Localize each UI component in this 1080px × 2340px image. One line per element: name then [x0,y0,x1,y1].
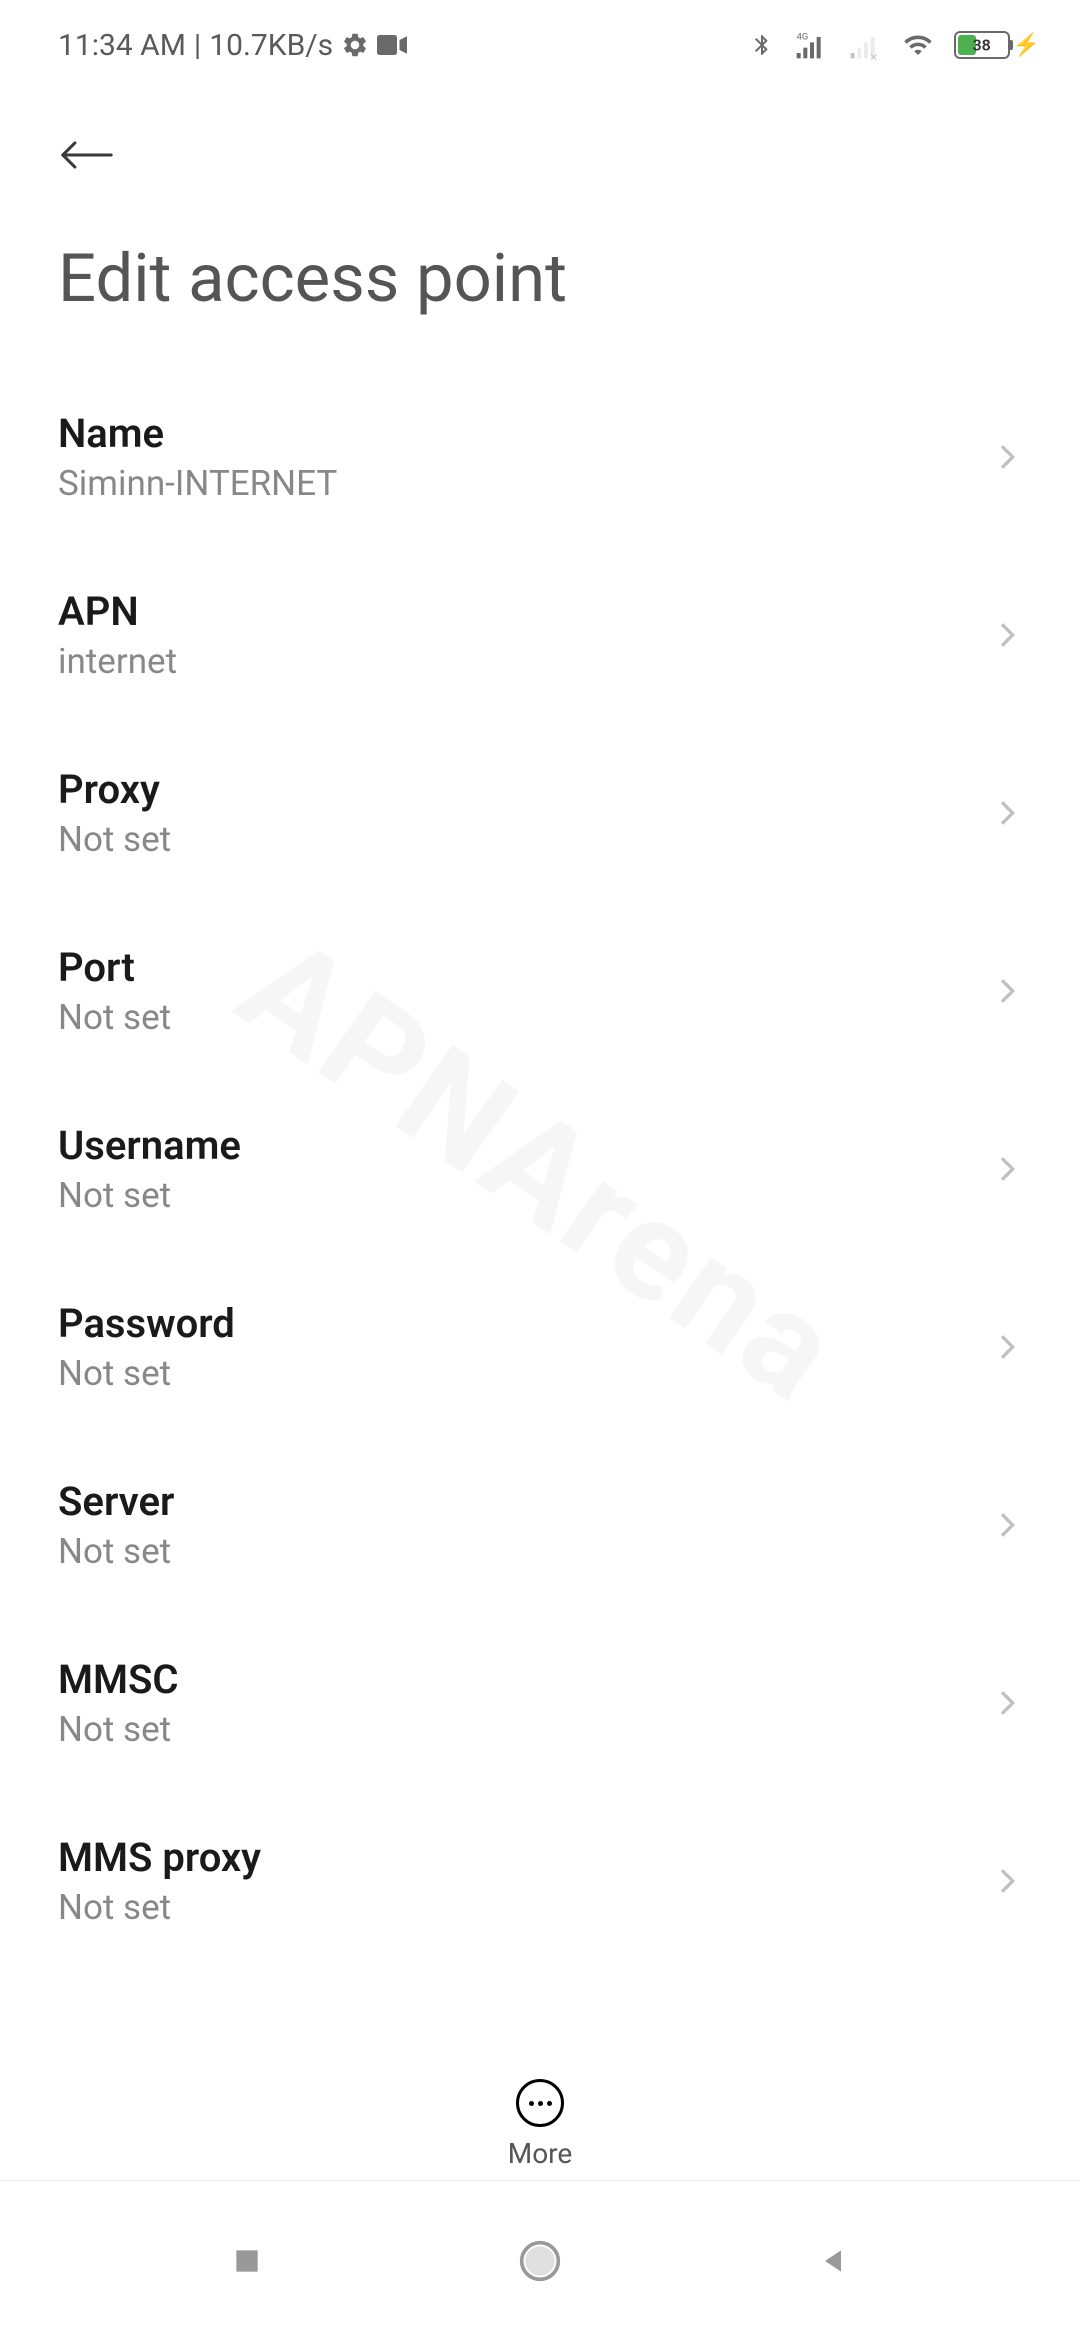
nav-recent-button[interactable] [223,2237,271,2285]
setting-label: Server [58,1478,990,1525]
chevron-right-icon [990,1153,1022,1185]
status-right: 4G ✕ [750,28,1040,62]
charging-icon: ⚡ [1013,33,1040,58]
setting-item-server[interactable]: Server Not set [58,1436,1022,1614]
setting-label: APN [58,588,990,635]
setting-value: internet [58,641,990,682]
setting-label: MMS proxy [58,1834,990,1881]
setting-value: Not set [58,819,990,860]
bluetooth-icon [750,28,774,62]
nav-bar [0,2180,1080,2340]
status-time: 11:34 AM [58,28,186,63]
nav-home-button[interactable] [516,2237,564,2285]
setting-item-apn[interactable]: APN internet [58,546,1022,724]
setting-item-mmsc[interactable]: MMSC Not set [58,1614,1022,1792]
more-label: More [508,2137,573,2170]
bottom-bar: More [0,2069,1080,2180]
setting-value: Not set [58,1175,990,1216]
gear-icon [341,31,369,59]
status-bar: 11:34 AM | 10.7KB/s [0,0,1080,90]
svg-text:✕: ✕ [869,51,878,61]
chevron-right-icon [990,1331,1022,1363]
setting-value: Siminn-INTERNET [58,463,990,504]
video-icon [377,34,407,56]
chevron-right-icon [990,1687,1022,1719]
setting-item-password[interactable]: Password Not set [58,1258,1022,1436]
setting-label: Password [58,1300,990,1347]
svg-text:4G: 4G [796,32,808,43]
setting-label: Proxy [58,766,990,813]
setting-item-username[interactable]: Username Not set [58,1080,1022,1258]
setting-item-name[interactable]: Name Siminn-INTERNET [58,368,1022,546]
chevron-right-icon [990,1865,1022,1897]
header: Edit access point [0,90,1080,318]
wifi-icon [900,30,936,60]
back-button[interactable] [58,120,128,190]
setting-value: Not set [58,997,990,1038]
chevron-right-icon [990,441,1022,473]
status-left: 11:34 AM | 10.7KB/s [58,28,407,63]
settings-list: Name Siminn-INTERNET APN internet Proxy … [0,368,1080,1970]
setting-item-port[interactable]: Port Not set [58,902,1022,1080]
battery-indicator: 38 ⚡ [954,31,1040,59]
page-title: Edit access point [58,240,1022,318]
chevron-right-icon [990,1509,1022,1541]
more-icon [516,2079,564,2127]
setting-item-proxy[interactable]: Proxy Not set [58,724,1022,902]
setting-item-mms-proxy[interactable]: MMS proxy Not set [58,1792,1022,1970]
signal-no-service-icon: ✕ [846,29,882,61]
chevron-right-icon [990,975,1022,1007]
setting-value: Not set [58,1709,990,1750]
setting-label: Port [58,944,990,991]
signal-4g-icon: 4G [792,29,828,61]
setting-value: Not set [58,1353,990,1394]
status-separator: | [194,28,201,63]
setting-label: Name [58,410,990,457]
battery-level: 38 [972,36,990,55]
setting-label: Username [58,1122,990,1169]
more-button[interactable]: More [508,2079,573,2170]
chevron-right-icon [990,797,1022,829]
setting-label: MMSC [58,1656,990,1703]
chevron-right-icon [990,619,1022,651]
status-data-rate: 10.7KB/s [209,28,333,63]
setting-value: Not set [58,1887,990,1928]
nav-back-button[interactable] [809,2237,857,2285]
setting-value: Not set [58,1531,990,1572]
